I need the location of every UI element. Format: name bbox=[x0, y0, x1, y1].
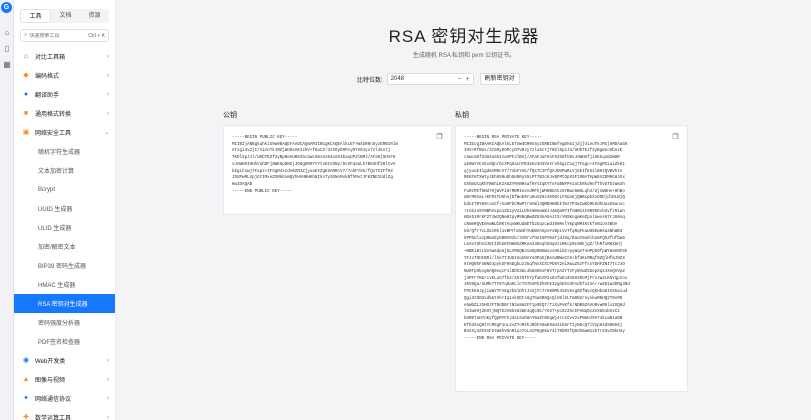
sidebar-group-label: 网络通信协议 bbox=[35, 397, 72, 403]
bits-value: 2048 bbox=[390, 76, 405, 82]
sidebar-sub-item[interactable]: 文本加密计算 bbox=[14, 161, 115, 180]
category-icon: ⌂ bbox=[23, 52, 29, 60]
sidebar-group-label: 图像与视频 bbox=[35, 378, 66, 384]
chevron-down-icon: ⌄ bbox=[103, 130, 109, 136]
sidebar-group-label: 对比工具箱 bbox=[35, 55, 66, 61]
sidebar-group-label: Web开发类 bbox=[35, 359, 66, 365]
chevron-right-icon: › bbox=[107, 376, 109, 383]
grid-icon[interactable]: ▦ bbox=[2, 60, 12, 70]
document-icon[interactable]: ▯ bbox=[2, 44, 12, 54]
sidebar-group[interactable]: ◉ Web开发类 › bbox=[14, 351, 115, 370]
increment-icon[interactable]: + bbox=[466, 76, 470, 83]
copy-icon[interactable]: ❐ bbox=[435, 133, 444, 142]
sidebar-group-label: 翻译助手 bbox=[35, 93, 60, 99]
sidebar-group-label: 编码格式 bbox=[35, 74, 60, 80]
sidebar-group-label: 网络安全工具 bbox=[35, 131, 72, 137]
sidebar-group[interactable]: ▲ 图像与视频 › bbox=[14, 370, 115, 389]
tab-resources[interactable]: 资源 bbox=[80, 9, 109, 23]
sidebar-sub-item[interactable]: RSA 密钥对生成器 bbox=[14, 294, 115, 313]
search-box[interactable]: ⌕ Ctrl + K bbox=[20, 29, 109, 42]
page-title: RSA 密钥对生成器 bbox=[388, 27, 540, 46]
sidebar-sub-item[interactable]: ULID 生成器 bbox=[14, 218, 115, 237]
category-icon: ◆ bbox=[23, 71, 29, 79]
chevron-right-icon: › bbox=[107, 357, 109, 364]
bits-input[interactable]: 2048 − + bbox=[386, 73, 474, 85]
chevron-right-icon: › bbox=[107, 91, 109, 98]
private-key-text[interactable]: -----BEGIN RSA PRIVATE KEY----- MIIEogIB… bbox=[456, 126, 687, 352]
refresh-keypair-button[interactable]: 刷新密钥对 bbox=[479, 73, 520, 85]
sidebar-sub-item[interactable]: 密码强度分析器 bbox=[14, 313, 115, 332]
category-icon: ▣ bbox=[22, 128, 30, 136]
sidebar-group[interactable]: ● 翻译助手 › bbox=[14, 85, 115, 104]
chevron-right-icon: › bbox=[107, 414, 109, 420]
category-icon: ■ bbox=[23, 109, 29, 117]
category-icon: ● bbox=[23, 90, 29, 98]
sidebar-group-label: 数学运算工具 bbox=[35, 416, 72, 420]
category-icon: ◉ bbox=[22, 356, 30, 364]
category-icon: ✦ bbox=[23, 394, 29, 402]
icon-rail: G ⌂ ▯ ▦ bbox=[0, 0, 14, 420]
tab-docs[interactable]: 文档 bbox=[51, 9, 80, 23]
main-content: RSA 密钥对生成器 生成随机 RSA 私钥和 pem 公钥证书。 比特位数: … bbox=[117, 0, 811, 420]
copy-icon[interactable]: ❐ bbox=[671, 133, 680, 142]
private-key-panel: -----BEGIN RSA PRIVATE KEY----- MIIEogIB… bbox=[455, 125, 688, 392]
sidebar-group[interactable]: ⌂ 对比工具箱 › bbox=[14, 47, 115, 66]
home-icon[interactable]: ⌂ bbox=[2, 28, 12, 38]
sidebar-group-label: 通用格式转换 bbox=[35, 112, 72, 118]
search-shortcut: Ctrl + K bbox=[88, 32, 105, 39]
sidebar: 工具 文档 资源 ⌕ Ctrl + K ⌂对比工具箱›◆编码格式›●翻译助手›■… bbox=[14, 0, 116, 420]
public-key-text[interactable]: -----BEGIN PUBLIC KEY----- MIIBIjANBgkqh… bbox=[224, 126, 451, 204]
sidebar-group[interactable]: ▣ 网络安全工具 ⌄ bbox=[14, 123, 115, 142]
private-key-label: 私钥 bbox=[455, 112, 469, 119]
tab-tools[interactable]: 工具 bbox=[20, 9, 51, 23]
sidebar-sub-item[interactable]: PDF签名检查器 bbox=[14, 332, 115, 351]
search-input[interactable] bbox=[29, 32, 85, 39]
bits-label: 比特位数: bbox=[357, 77, 383, 84]
decrement-icon[interactable]: − bbox=[457, 76, 461, 83]
sidebar-sub-item[interactable]: BIP39 密码生成器 bbox=[14, 256, 115, 275]
search-icon: ⌕ bbox=[24, 32, 28, 38]
sidebar-menu: ⌂ 对比工具箱 › ◆ 编码格式 › ● 翻译助手 › ■ 通用格式转换 › ▣ 网络安全工具 ⌄ 随机字符生… bbox=[14, 47, 115, 420]
bits-controls: 比特位数: 2048 − + 刷新密钥对 bbox=[357, 73, 520, 85]
public-key-panel: -----BEGIN PUBLIC KEY----- MIIBIjANBgkqh… bbox=[223, 125, 452, 215]
sidebar-sub-item[interactable]: HMAC 生成器 bbox=[14, 275, 115, 294]
chevron-right-icon: › bbox=[107, 395, 109, 402]
sidebar-sub-item[interactable]: 加密/解密文本 bbox=[14, 237, 115, 256]
chevron-right-icon: › bbox=[107, 72, 109, 79]
sidebar-sub-item[interactable]: Bcrypt bbox=[14, 180, 115, 199]
sidebar-group[interactable]: ◆ 编码格式 › bbox=[14, 66, 115, 85]
sidebar-sub-item[interactable]: 随机字符生成器 bbox=[14, 142, 115, 161]
chevron-right-icon: › bbox=[107, 53, 109, 60]
public-key-label: 公钥 bbox=[223, 112, 237, 119]
app-logo-icon[interactable]: G bbox=[1, 2, 12, 13]
page-subtitle: 生成随机 RSA 私钥和 pem 公钥证书。 bbox=[412, 53, 516, 59]
category-icon: ✚ bbox=[23, 413, 29, 420]
sidebar-group[interactable]: ✚ 数学运算工具 › bbox=[14, 408, 115, 420]
sidebar-group[interactable]: ✦ 网络通信协议 › bbox=[14, 389, 115, 408]
category-icon: ▲ bbox=[22, 375, 30, 383]
sidebar-group[interactable]: ■ 通用格式转换 › bbox=[14, 104, 115, 123]
chevron-right-icon: › bbox=[107, 110, 109, 117]
sidebar-tabs: 工具 文档 资源 bbox=[20, 9, 109, 23]
sidebar-sub-item[interactable]: UUID 生成器 bbox=[14, 199, 115, 218]
